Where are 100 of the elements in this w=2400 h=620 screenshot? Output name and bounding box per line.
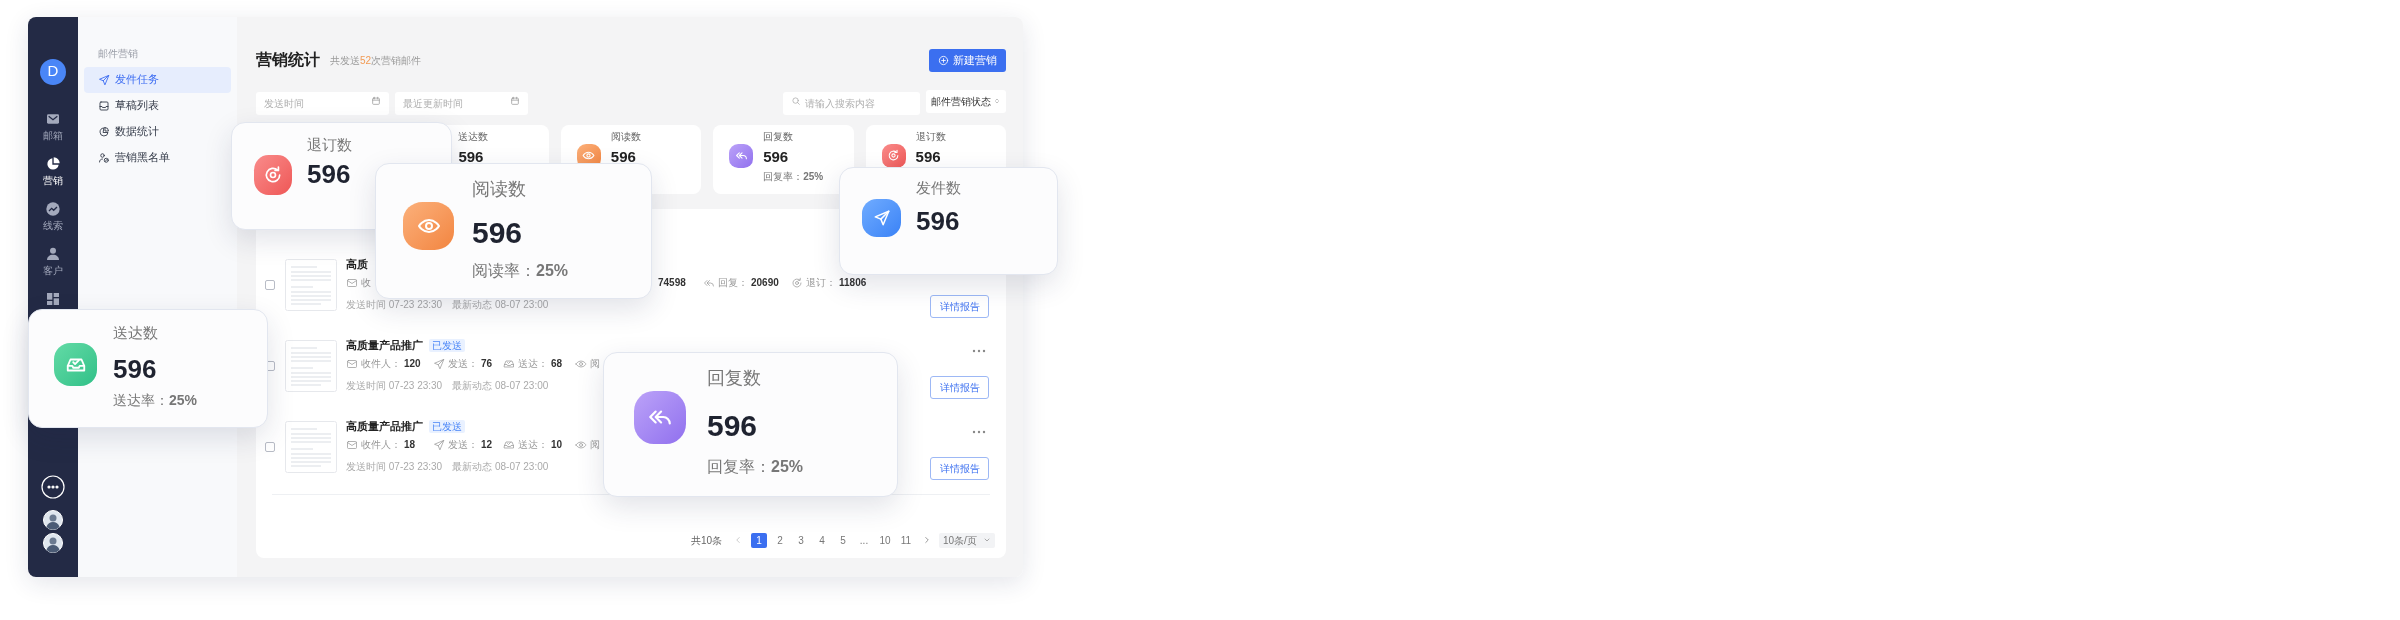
nav-item[interactable] [45, 290, 61, 307]
new-campaign-button[interactable]: 新建营销 [929, 48, 1006, 72]
envelope-icon [346, 357, 358, 370]
report-button[interactable]: 详情报告 [930, 456, 989, 480]
document-thumbnail [285, 258, 337, 311]
paper-plane-icon [862, 198, 901, 237]
highlight-label: 阅读数 [472, 178, 527, 201]
stat-value: 12 [481, 438, 493, 452]
report-button[interactable]: 详情报告 [930, 294, 989, 318]
page-button[interactable]: 1 [751, 532, 767, 548]
checkbox[interactable] [265, 279, 275, 290]
nav-item[interactable]: 线索 [43, 200, 63, 233]
status-select[interactable]: 邮件营销状态 [926, 89, 1006, 113]
stat-value: 596 [458, 146, 485, 167]
highlight-value: 596 [916, 205, 961, 237]
time-text: 发送时间 07-23 23:30 [346, 460, 443, 474]
page-button[interactable]: 3 [793, 532, 809, 548]
stat-label: 收件人： [361, 357, 401, 371]
person-blocked-icon [98, 151, 110, 164]
inbox-icon [503, 438, 515, 451]
summary-text: 共发送52次营销邮件 [330, 53, 422, 68]
page-size-select[interactable]: 10条/页 [939, 532, 995, 548]
menu-item[interactable]: 数据统计 [84, 118, 231, 145]
envelope-icon [346, 438, 358, 451]
stat-label: 收 [361, 276, 371, 290]
time-text: 最新动态 08-07 23:00 [452, 460, 549, 474]
stat-label: 阅读数 [610, 129, 642, 144]
highlight-value: 596 [113, 353, 158, 386]
stat-value: 120 [404, 357, 421, 371]
page-button[interactable]: 11 [898, 532, 914, 548]
document-thumbnail [285, 339, 337, 392]
paper-plane-icon [98, 73, 110, 86]
search-field[interactable]: 请输入搜索内容 [783, 91, 920, 115]
stat-label: 回复数 [763, 129, 795, 144]
status-tag: 已发送 [429, 339, 465, 352]
menu-item[interactable]: 发件任务 [84, 66, 231, 93]
stat-label: 阅 [590, 438, 600, 452]
highlight-label: 发件数 [916, 178, 962, 198]
stat-value: 68 [551, 357, 563, 371]
nav-item[interactable]: 营销 [43, 155, 63, 188]
checkbox[interactable] [265, 441, 275, 452]
page-button[interactable]: 4 [814, 532, 830, 548]
stat-label: 退订数 [915, 129, 947, 144]
stat-label: 退订： [806, 276, 836, 290]
page-title: 营销统计 [256, 50, 320, 70]
user-avatar[interactable] [43, 509, 63, 530]
chevron-right-icon [922, 535, 932, 545]
pie-chart-icon [98, 125, 110, 138]
highlight-value: 596 [307, 158, 352, 191]
stat-label: 发送： [448, 357, 478, 371]
pie-chart-icon [45, 155, 61, 172]
stat-value: 596 [915, 146, 942, 167]
inbox-icon [98, 99, 110, 112]
total-count: 共10条 [690, 533, 722, 548]
stat-label: 收件人： [361, 438, 401, 452]
stat-value: 76 [481, 357, 493, 371]
stat-label: 送达数 [458, 129, 490, 144]
rate-text: 阅读率：25% [472, 261, 570, 281]
date-field[interactable]: 最近更新时间 [395, 91, 528, 115]
plus-circle-icon [938, 54, 949, 66]
eye-icon [575, 438, 587, 451]
highlight-label: 送达数 [113, 323, 159, 343]
circular-arrow-icon [791, 276, 803, 289]
highlight-value: 596 [472, 215, 524, 251]
page-button[interactable]: 10 [877, 532, 893, 548]
stat-label: 回复： [718, 276, 748, 290]
inbox-icon [54, 343, 97, 386]
report-button[interactable]: 详情报告 [930, 375, 989, 399]
highlight-value: 596 [707, 408, 759, 444]
circular-arrow-icon [254, 155, 292, 195]
stat-label: 送达： [518, 438, 548, 452]
dashboard-icon [45, 290, 61, 307]
page-button[interactable]: ... [856, 532, 872, 548]
task-title[interactable]: 高质量产品推广 [346, 337, 423, 354]
page-button[interactable]: 5 [835, 532, 851, 548]
time-text: 发送时间 07-23 23:30 [346, 298, 443, 312]
stat-value: 10 [551, 438, 563, 452]
envelope-icon [346, 276, 358, 289]
date-field[interactable]: 发送时间 [256, 91, 389, 115]
menu-item[interactable]: 营销黑名单 [84, 144, 231, 171]
stat-value: 18 [404, 438, 416, 452]
page-button[interactable]: 2 [772, 532, 788, 548]
reply-icon [634, 390, 686, 444]
trend-icon [45, 200, 61, 217]
user-avatar[interactable] [43, 532, 63, 553]
paper-plane-icon [433, 438, 445, 451]
more-icon[interactable] [41, 474, 65, 499]
calendar-icon [371, 95, 381, 106]
chevron-left-icon [733, 535, 743, 545]
time-text: 发送时间 07-23 23:30 [346, 379, 443, 393]
menu-item[interactable]: 草稿列表 [84, 92, 231, 119]
nav-item[interactable]: 邮箱 [43, 110, 63, 143]
rate-text: 回复率：25% [763, 169, 825, 184]
stat-value: 596 [610, 146, 637, 167]
user-avatar[interactable]: D [40, 58, 66, 85]
task-title[interactable]: 高质量产品推广 [346, 418, 423, 435]
stat-label: 阅 [590, 357, 600, 371]
highlight-label: 回复数 [707, 367, 762, 390]
nav-item[interactable]: 客户 [43, 245, 63, 278]
task-title[interactable]: 高质 [346, 256, 368, 273]
